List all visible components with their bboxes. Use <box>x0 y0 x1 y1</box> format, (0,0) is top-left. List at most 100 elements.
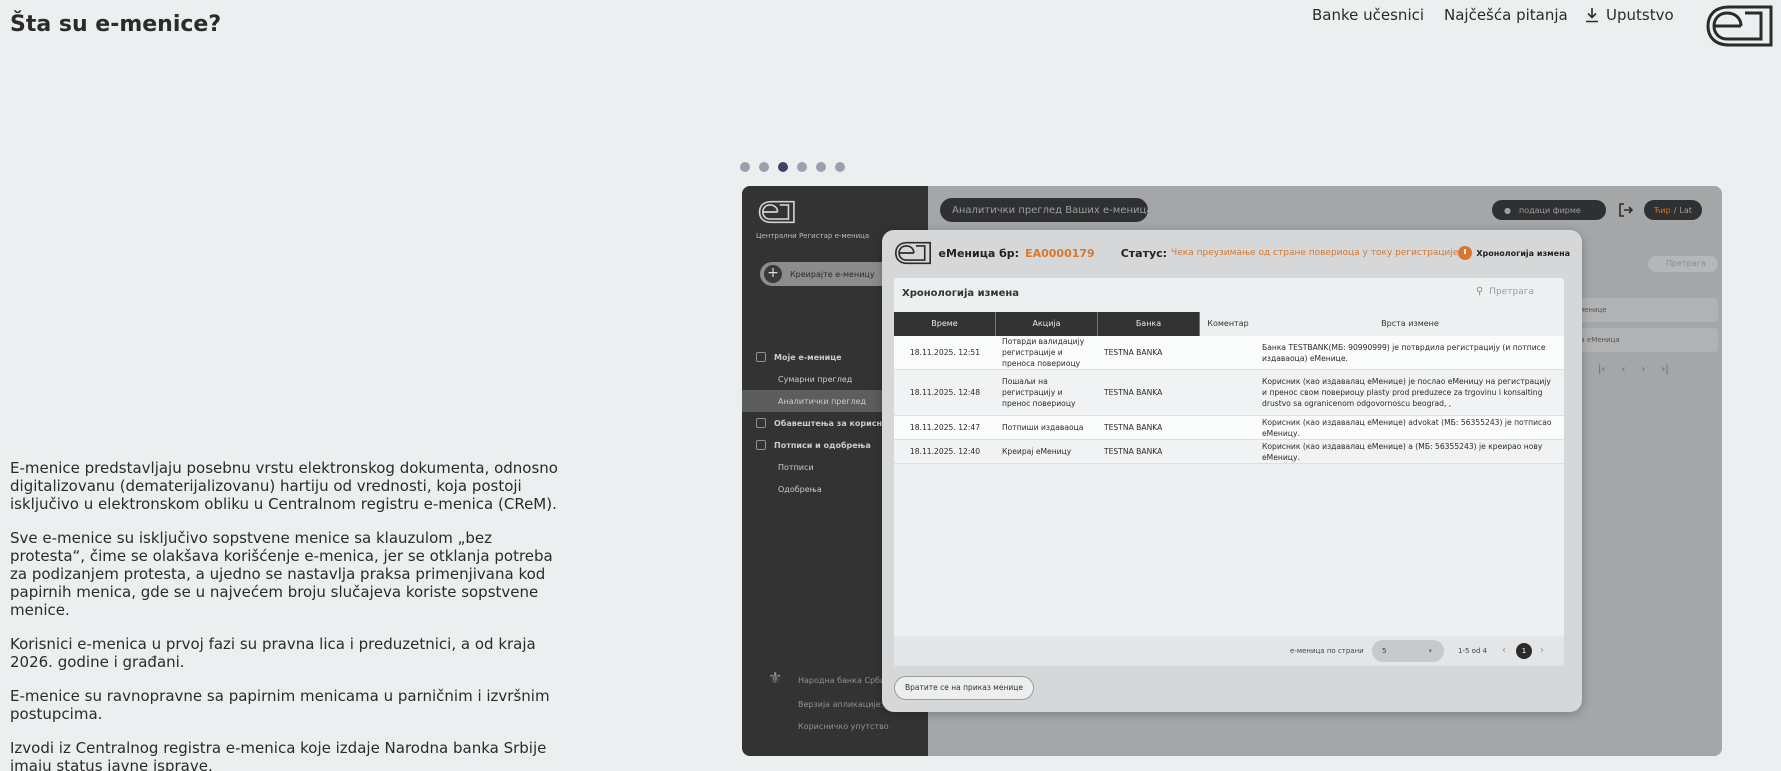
search-placeholder: Претрага <box>1489 286 1534 297</box>
intro-paragraph: E-menice su ravnopravne sa papirnim meni… <box>10 687 550 723</box>
app-logo-icon <box>758 200 795 224</box>
column-header-change-type[interactable]: Врста измене <box>1256 312 1564 336</box>
back-to-menica-button[interactable]: Вратите се на приказ менице <box>894 676 1034 700</box>
column-header-comment[interactable]: Коментар <box>1200 312 1256 336</box>
cell-bank: TESTNA BANKA <box>1104 423 1163 432</box>
per-page-label: е-меница по страни <box>1290 647 1364 655</box>
table-row: 18.11.2025. 12:51 Потврди валидацију рег… <box>894 336 1564 370</box>
cell-change: Корисник (као издавалац еМенице) advokat… <box>1262 417 1552 438</box>
create-menica-label: Креирајте е-меницу <box>790 269 875 279</box>
prev-page-icon[interactable]: ‹ <box>1621 364 1625 375</box>
chevron-down-icon: ▾ <box>1428 647 1432 655</box>
intro-text: E-menice predstavljaju posebnu vrstu ele… <box>10 459 570 771</box>
nav-manual-link[interactable]: Uputstvo <box>1584 6 1674 24</box>
search-icon: ⚲ <box>1475 286 1484 297</box>
page-title: Šta su e-menice? <box>10 12 222 37</box>
footer-bank: Народна банка Србије <box>798 676 893 685</box>
modal-header: еМеница бр: EA0000179 Статус: Чека преуз… <box>894 240 1570 266</box>
cell-bank: TESTNA BANKA <box>1104 348 1163 357</box>
carousel-dot-active[interactable] <box>778 162 788 172</box>
cell-time: 18.11.2025. 12:47 <box>909 423 981 432</box>
carousel-dot[interactable] <box>835 162 845 172</box>
carousel-dot[interactable] <box>816 162 826 172</box>
download-icon <box>1586 8 1598 23</box>
sidebar-item-label: Потписи и одобрења <box>774 440 871 450</box>
menica-history-modal: еМеница бр: EA0000179 Статус: Чека преуз… <box>882 230 1582 712</box>
main-search-input[interactable]: Претрага <box>1648 256 1718 272</box>
list-item: е-менице <box>1558 298 1718 322</box>
intro-paragraph: Korisnici e-menica u prvoj fazi su pravn… <box>10 635 536 671</box>
lang-separator: / <box>1673 205 1677 215</box>
list-icon <box>756 352 766 362</box>
logout-icon[interactable] <box>1618 202 1634 218</box>
per-page-value: 5 <box>1382 647 1387 655</box>
status-value: Чека преузимање од стране повериоца у то… <box>1171 248 1459 258</box>
table-row: 18.11.2025. 12:47 Потпиши издаваоца TEST… <box>894 416 1564 440</box>
cell-bank: TESTNA BANKA <box>1104 388 1163 397</box>
app-screenshot: Централни Регистар е-меница + Креирајте … <box>742 186 1722 756</box>
user-icon: ● <box>1504 205 1511 215</box>
cell-time: 18.11.2025. 12:51 <box>909 348 981 357</box>
main-pager: |‹ ‹ › ›| <box>1598 364 1669 375</box>
e-menica-logo-icon[interactable] <box>1705 4 1775 48</box>
nav-banks-link[interactable]: Banke učesnici <box>1312 6 1424 24</box>
status-label: Статус: <box>1120 246 1168 260</box>
current-page-button[interactable]: 1 <box>1516 643 1532 659</box>
cell-action: Потпиши издаваоца <box>1002 423 1084 432</box>
cell-change: Корисник (као издавалац еМенице) је посл… <box>1262 377 1551 408</box>
cell-action: Креирај еМеницу <box>1002 447 1072 456</box>
next-page-icon[interactable]: › <box>1641 364 1645 375</box>
sidebar-item-label: Моје е-менице <box>774 352 842 362</box>
footer-manual-link[interactable]: Корисничко упутство <box>798 722 889 731</box>
sidebar-subtitle: Централни Регистар е-меница <box>756 232 870 240</box>
table-row: 18.11.2025. 12:40 Креирај еМеницу TESTNA… <box>894 440 1564 464</box>
cell-change: Банка TESTBANK(МБ: 90990999) је потврдил… <box>1262 342 1546 363</box>
plus-icon: + <box>764 265 782 283</box>
lang-cyrillic[interactable]: Ћир <box>1654 206 1671 215</box>
column-header-bank[interactable]: Банка <box>1098 312 1200 336</box>
menica-number: EA0000179 <box>1025 246 1095 260</box>
nav-faq-link[interactable]: Najčešća pitanja <box>1444 6 1568 24</box>
list-item: ука еМеница <box>1558 328 1718 352</box>
column-header-time[interactable]: Време <box>894 312 996 336</box>
app-logo-icon <box>895 241 932 265</box>
language-toggle[interactable]: Ћир / Lat <box>1644 200 1702 220</box>
table-header: Време Акција Банка Коментар Врста измене <box>894 312 1564 336</box>
cell-time: 18.11.2025. 12:40 <box>909 447 981 456</box>
table-row: 18.11.2025. 12:48 Пошаљи на регистрацију… <box>894 370 1564 416</box>
user-icon <box>756 440 766 450</box>
carousel-dot[interactable] <box>759 162 769 172</box>
cell-change: Корисник (као издавалац еМенице) a (МБ: … <box>1262 441 1543 462</box>
last-page-icon[interactable]: ›| <box>1661 364 1668 375</box>
history-button[interactable]: Хронологија измена <box>1458 246 1570 260</box>
prev-page-button[interactable]: ‹ <box>1502 645 1506 656</box>
per-page-select[interactable]: 5 ▾ <box>1372 640 1444 662</box>
cell-action: Пошаљи на регистрацију и пренос повериоц… <box>1002 377 1076 408</box>
nbs-emblem-icon: ⚜ <box>768 668 783 687</box>
intro-paragraph: Izvodi iz Centralnog registra e-menica k… <box>10 739 547 771</box>
history-card-title: Хронологија измена <box>902 288 1020 299</box>
menica-number-label: еМеница бр: <box>938 246 1020 260</box>
clock-icon <box>1458 246 1473 260</box>
intro-paragraph: Sve e-menice su isključivo sopstvene men… <box>10 529 553 619</box>
sidebar-item-label: Обавештења за кориснике <box>774 418 899 428</box>
table-pagination: е-меница по страни 5 ▾ 1-5 od 4 ‹ 1 › <box>894 636 1564 666</box>
company-data-button[interactable]: ● подаци фирме <box>1492 200 1606 220</box>
column-header-action[interactable]: Акција <box>996 312 1098 336</box>
cell-action: Потврди валидацију регистрације и пренос… <box>1002 337 1085 368</box>
carousel-dot[interactable] <box>740 162 750 172</box>
cell-time: 18.11.2025. 12:48 <box>909 388 981 397</box>
history-label: Хронологија измена <box>1476 248 1570 258</box>
analytics-title-pill: Аналитички преглед Ваших е-меница <box>940 198 1152 222</box>
history-icon <box>756 418 766 428</box>
carousel-dot[interactable] <box>797 162 807 172</box>
first-page-icon[interactable]: |‹ <box>1598 364 1605 375</box>
next-page-button[interactable]: › <box>1540 645 1544 656</box>
intro-paragraph: E-menice predstavljaju posebnu vrstu ele… <box>10 459 558 513</box>
history-search-input[interactable]: ⚲ Претрага <box>1476 286 1534 297</box>
nav-manual-label: Uputstvo <box>1606 6 1674 24</box>
history-table: 18.11.2025. 12:51 Потврди валидацију рег… <box>894 336 1564 464</box>
history-card: Хронологија измена ⚲ Претрага Време Акци… <box>894 278 1564 666</box>
page-range: 1-5 od 4 <box>1458 647 1488 655</box>
lang-latin[interactable]: Lat <box>1679 206 1692 215</box>
